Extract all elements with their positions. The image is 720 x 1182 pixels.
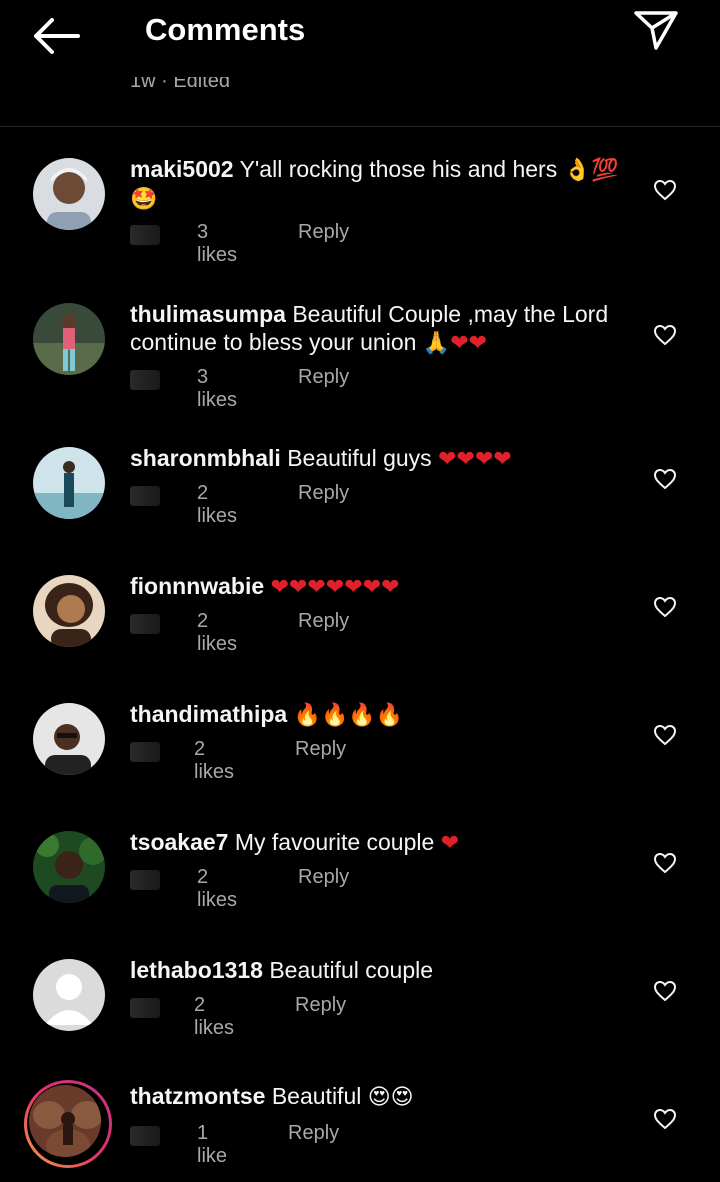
avatar[interactable]	[33, 959, 105, 1031]
edited-caption: 1w · Edited	[130, 77, 231, 92]
avatar[interactable]	[33, 831, 105, 903]
timestamp	[130, 870, 160, 890]
timestamp	[130, 1126, 160, 1146]
comment-item: lethabo1318 Beautiful couple 2 likes Rep…	[0, 956, 720, 1046]
comment-username[interactable]: lethabo1318	[130, 957, 263, 983]
comment-username[interactable]: sharonmbhali	[130, 445, 281, 471]
comment-body: maki5002 Y'all rocking those his and her…	[130, 155, 630, 213]
likes-count[interactable]: 2 likes	[194, 994, 234, 1040]
reply-button[interactable]: Reply	[298, 610, 349, 633]
likes-count[interactable]: 3 likes	[197, 221, 237, 267]
timestamp	[130, 998, 160, 1018]
reply-button[interactable]: Reply	[288, 1122, 339, 1145]
comment-body: fionnnwabie ❤❤❤❤❤❤❤	[130, 572, 630, 601]
comment-username[interactable]: thulimasumpa	[130, 301, 286, 327]
avatar[interactable]	[33, 447, 105, 519]
avatar[interactable]	[33, 303, 105, 375]
comment-body: tsoakae7 My favourite couple ❤	[130, 828, 630, 857]
comment-item: thatzmontse Beautiful 😍😍 1 like Reply	[0, 1080, 720, 1180]
likes-count[interactable]: 3 likes	[197, 366, 237, 412]
comment-item: thandimathipa 🔥🔥🔥🔥 2 likes Reply	[0, 700, 720, 790]
comment-username[interactable]: fionnnwabie	[130, 573, 264, 599]
likes-count[interactable]: 2 likes	[197, 482, 237, 528]
comment-text: Beautiful couple	[269, 957, 434, 983]
reply-button[interactable]: Reply	[298, 221, 349, 244]
comment-body: thandimathipa 🔥🔥🔥🔥	[130, 700, 630, 729]
reply-button[interactable]: Reply	[298, 482, 349, 505]
like-heart-icon[interactable]	[653, 179, 677, 201]
timestamp	[130, 614, 160, 634]
comment-emoji: ❤❤❤❤	[438, 446, 512, 471]
comment-username[interactable]: thandimathipa	[130, 701, 287, 727]
avatar[interactable]	[33, 158, 105, 230]
timestamp	[130, 742, 160, 762]
reply-button[interactable]: Reply	[295, 994, 346, 1017]
avatar[interactable]	[29, 1085, 101, 1157]
comment-emoji: 🔥🔥🔥🔥	[293, 702, 404, 727]
comment-emoji: ❤	[440, 830, 460, 855]
page-title: Comments	[145, 12, 306, 47]
comment-text: Beautiful	[271, 1083, 362, 1109]
likes-count[interactable]: 1 like	[197, 1122, 227, 1168]
like-heart-icon[interactable]	[653, 724, 677, 746]
like-heart-icon[interactable]	[653, 1108, 677, 1130]
comment-body: thatzmontse Beautiful 😍😍	[130, 1082, 630, 1111]
comment-username[interactable]: maki5002	[130, 156, 234, 182]
reply-button[interactable]: Reply	[298, 866, 349, 889]
like-heart-icon[interactable]	[653, 324, 677, 346]
story-ring[interactable]	[24, 1080, 112, 1168]
like-heart-icon[interactable]	[653, 980, 677, 1002]
like-heart-icon[interactable]	[653, 852, 677, 874]
comment-username[interactable]: thatzmontse	[130, 1083, 265, 1109]
like-heart-icon[interactable]	[653, 468, 677, 490]
comment-text: Y'all rocking those his and hers	[239, 156, 558, 182]
timestamp	[130, 225, 160, 245]
like-heart-icon[interactable]	[653, 596, 677, 618]
comment-emoji: 🙏❤❤	[422, 330, 488, 355]
arrow-left-icon[interactable]	[30, 14, 82, 58]
timestamp	[130, 486, 160, 506]
top-bar: Comments 1w · Edited	[0, 0, 720, 127]
comment-body: thulimasumpa Beautiful Couple ,may the L…	[130, 300, 630, 357]
paper-plane-icon[interactable]	[632, 8, 680, 52]
reply-button[interactable]: Reply	[298, 366, 349, 389]
likes-count[interactable]: 2 likes	[197, 610, 237, 656]
comment-username[interactable]: tsoakae7	[130, 829, 228, 855]
timestamp	[130, 370, 160, 390]
avatar[interactable]	[33, 575, 105, 647]
likes-count[interactable]: 2 likes	[197, 866, 237, 912]
comment-emoji: 😍😍	[367, 1084, 414, 1109]
comment-item: tsoakae7 My favourite couple ❤ 2 likes R…	[0, 828, 720, 918]
comment-item: maki5002 Y'all rocking those his and her…	[0, 155, 720, 267]
comment-emoji: ❤❤❤❤❤❤❤	[270, 574, 400, 599]
comment-item: thulimasumpa Beautiful Couple ,may the L…	[0, 300, 720, 412]
comment-text: Beautiful guys	[287, 445, 432, 471]
comment-body: sharonmbhali Beautiful guys ❤❤❤❤	[130, 444, 630, 473]
comment-body: lethabo1318 Beautiful couple	[130, 956, 630, 985]
comment-text: My favourite couple	[234, 829, 435, 855]
comment-item: fionnnwabie ❤❤❤❤❤❤❤ 2 likes Reply	[0, 572, 720, 662]
comment-item: sharonmbhali Beautiful guys ❤❤❤❤ 2 likes…	[0, 444, 720, 534]
reply-button[interactable]: Reply	[295, 738, 346, 761]
likes-count[interactable]: 2 likes	[194, 738, 234, 784]
avatar[interactable]	[33, 703, 105, 775]
